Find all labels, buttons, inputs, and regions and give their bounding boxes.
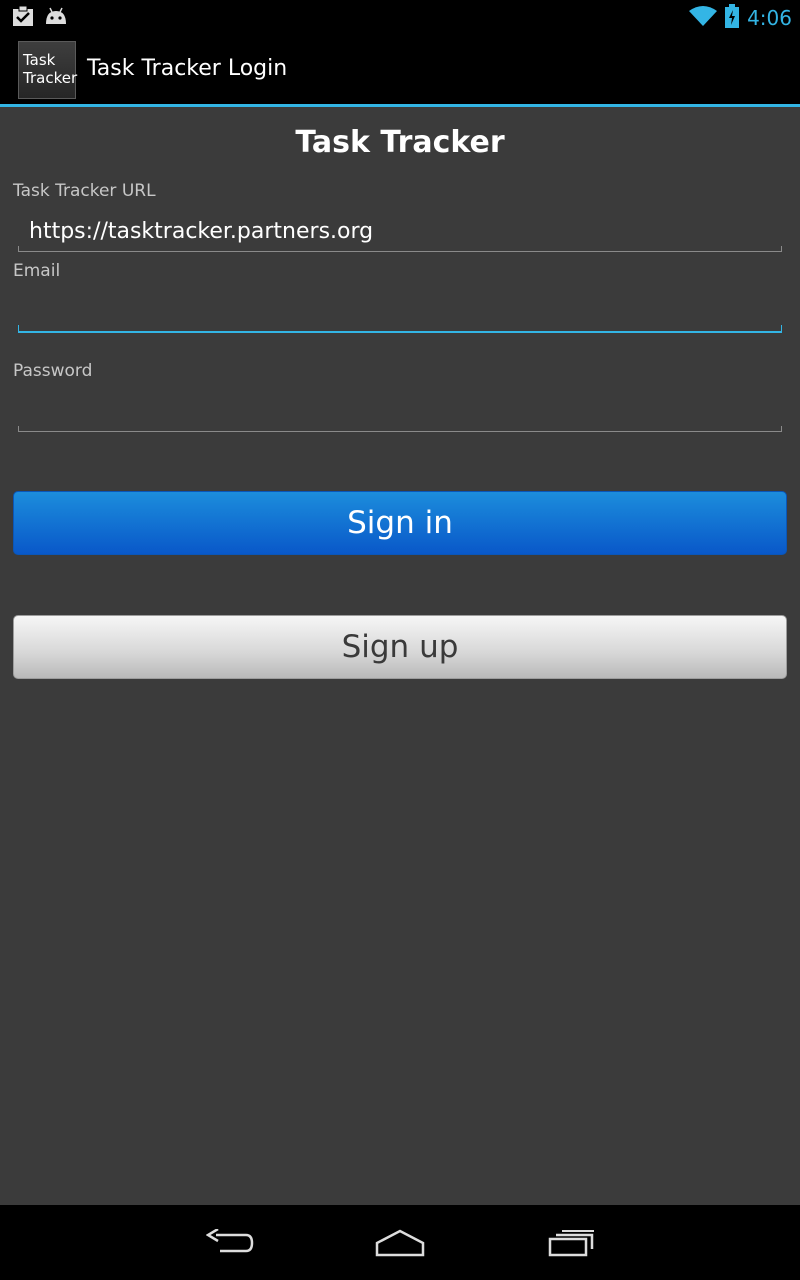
sign-in-button[interactable]: Sign in: [13, 491, 787, 555]
home-icon[interactable]: [375, 1229, 425, 1261]
password-label: Password: [13, 361, 93, 381]
url-label: Task Tracker URL: [13, 181, 156, 201]
notification-clipboard-icon: [12, 5, 34, 30]
url-field-container: [18, 212, 793, 252]
wifi-icon: [689, 5, 718, 31]
login-form: Task Tracker Task Tracker URL Email Pass…: [0, 107, 800, 1205]
email-field-container: [18, 293, 793, 333]
sign-up-button[interactable]: Sign up: [13, 615, 787, 679]
status-bar: 4:06: [0, 0, 800, 34]
app-icon-line1: Task: [23, 51, 56, 69]
url-field[interactable]: [18, 212, 793, 251]
action-bar-title: Task Tracker Login: [87, 56, 288, 81]
clock: 4:06: [747, 6, 792, 30]
android-debug-icon: [44, 6, 68, 30]
back-icon[interactable]: [205, 1227, 254, 1261]
app-icon[interactable]: Task Tracker: [18, 41, 78, 99]
action-bar: Task Tracker Task Tracker Login: [0, 34, 800, 107]
app-icon-line2: Tracker: [23, 69, 78, 87]
email-field[interactable]: [18, 293, 793, 331]
page-title: Task Tracker: [295, 125, 505, 160]
password-field[interactable]: [18, 392, 793, 431]
battery-charging-icon: [725, 4, 740, 32]
navigation-bar: [0, 1205, 800, 1280]
recent-apps-icon[interactable]: [548, 1229, 596, 1261]
password-field-container: [18, 392, 793, 432]
email-label: Email: [13, 261, 61, 281]
